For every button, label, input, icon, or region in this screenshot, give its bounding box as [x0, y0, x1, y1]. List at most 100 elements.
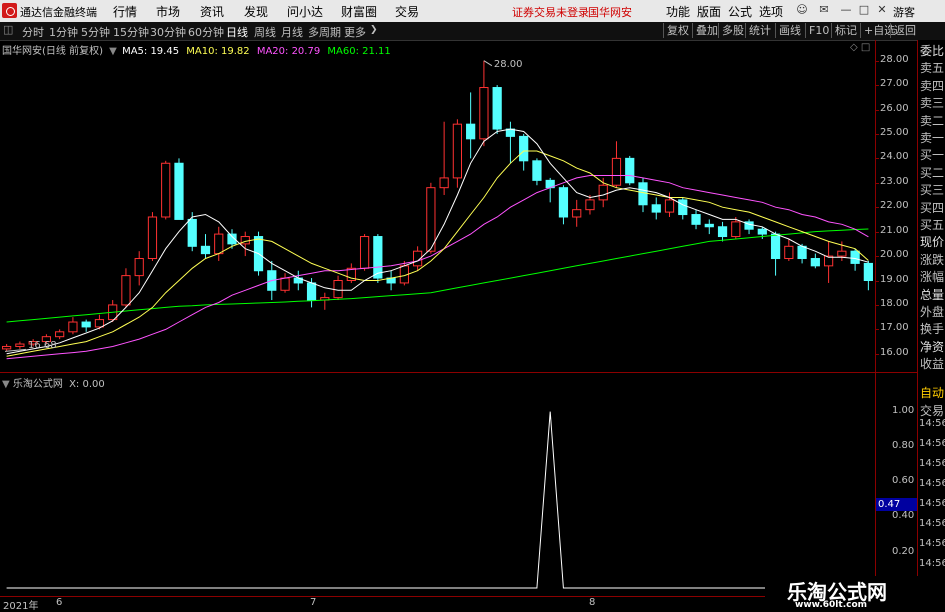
- candle: [638, 177, 648, 213]
- btn-biaoji[interactable]: 标记: [831, 23, 857, 38]
- price-tick: [876, 231, 879, 233]
- indicator-chart-area[interactable]: ▼ 乐淘公式网 X: 0.00: [0, 374, 875, 596]
- candle-body: [664, 199, 675, 213]
- candle: [333, 275, 343, 301]
- tab-60min[interactable]: 60分钟: [188, 24, 224, 40]
- candle-body: [134, 258, 144, 277]
- tick-time-label: 14:56: [919, 478, 945, 489]
- price-tick-label: 24.00: [880, 151, 909, 163]
- menu-faxian[interactable]: 发现: [244, 3, 268, 20]
- tab-daily[interactable]: 日线: [226, 24, 248, 40]
- minimize-icon[interactable]: —: [838, 2, 854, 18]
- candle-body: [200, 245, 211, 255]
- tab-multi-period[interactable]: 多周期: [308, 24, 341, 40]
- menu-caifuquan[interactable]: 财富圈: [341, 3, 377, 20]
- close-icon[interactable]: ✕: [874, 2, 890, 18]
- tab-monthly[interactable]: 月线: [281, 24, 303, 40]
- price-tick: [876, 207, 879, 209]
- mail-icon[interactable]: ✉: [816, 2, 832, 18]
- price-tick-label: 19.00: [880, 273, 909, 285]
- btn-duogu[interactable]: 多股: [718, 23, 744, 38]
- app-logo-icon: [2, 3, 17, 18]
- candle-body: [187, 218, 197, 247]
- candle-body: [2, 345, 12, 350]
- candle: [2, 344, 12, 352]
- quote-label: 卖二: [920, 113, 945, 128]
- candle: [784, 238, 794, 261]
- low-price-label: 16.68: [28, 340, 57, 352]
- tab-30min[interactable]: 30分钟: [150, 24, 186, 40]
- candle: [94, 314, 105, 330]
- panel-toggle-icon[interactable]: ◫: [3, 23, 13, 36]
- legend-settings-icon[interactable]: ▼: [109, 46, 117, 57]
- candle: [293, 270, 303, 291]
- tab-1min[interactable]: 1分钟: [49, 24, 78, 40]
- pane-divider[interactable]: [0, 372, 917, 373]
- candle: [121, 268, 131, 308]
- candle: [823, 241, 834, 283]
- menu-xuanxiang[interactable]: 选项: [759, 3, 783, 20]
- candle-body: [863, 262, 873, 282]
- candle: [810, 253, 820, 269]
- price-tick: [876, 304, 879, 306]
- candle-body: [532, 160, 542, 181]
- watermark-logo: 乐淘公式网 www.60lt.com: [765, 576, 945, 610]
- guest-login[interactable]: 游客: [893, 4, 915, 20]
- login-status[interactable]: 证券交易未登录: [512, 4, 589, 20]
- tab-5min[interactable]: 5分钟: [81, 24, 110, 40]
- candle: [770, 231, 781, 276]
- tick-time-label: 14:56: [919, 498, 945, 509]
- candle-body: [757, 228, 767, 235]
- btn-tongji[interactable]: 统计: [745, 23, 771, 38]
- candle-body: [214, 233, 224, 255]
- menu-gongshi[interactable]: 公式: [728, 3, 752, 20]
- menu-wenxiaoda[interactable]: 问小达: [287, 3, 323, 20]
- candle-body: [585, 199, 595, 211]
- candle-body: [611, 157, 622, 186]
- tab-15min[interactable]: 15分钟: [113, 24, 149, 40]
- quote-label: 收益: [920, 357, 945, 372]
- menu-zixun[interactable]: 资讯: [200, 3, 224, 20]
- menu-jiaoyi[interactable]: 交易: [395, 3, 419, 20]
- tab-fenshi[interactable]: 分时: [22, 24, 44, 40]
- menu-shichang[interactable]: 市场: [156, 3, 180, 20]
- menu-banmian[interactable]: 版面: [697, 3, 721, 20]
- price-tick: [876, 256, 879, 258]
- btn-f10[interactable]: F10: [805, 23, 829, 38]
- candle: [200, 234, 211, 259]
- menu-gongneng[interactable]: 功能: [666, 3, 690, 20]
- btn-fuquan[interactable]: 复权: [663, 23, 689, 38]
- more-arrow-icon[interactable]: ❯: [370, 25, 378, 35]
- candle-body: [731, 221, 741, 238]
- btn-back[interactable]: 返回: [890, 23, 916, 38]
- price-tick-label: 17.00: [880, 322, 909, 334]
- date-year-label: 2021年: [3, 601, 39, 612]
- candle: [359, 234, 370, 271]
- user-icon[interactable]: ☺: [794, 2, 810, 18]
- price-tick-label: 22.00: [880, 200, 909, 212]
- indicator-x-value: X: 0.00: [69, 379, 105, 390]
- indicator-tick-label: 0.80: [892, 439, 915, 451]
- maximize-icon[interactable]: □: [856, 2, 872, 18]
- indicator-tick-label: 1.00: [892, 404, 915, 416]
- candle-body: [479, 87, 489, 140]
- price-tick: [876, 353, 879, 355]
- quote-label: 买四: [920, 200, 945, 215]
- quote-label: 卖三: [920, 96, 945, 111]
- btn-diejia[interactable]: 叠加: [692, 23, 718, 38]
- candle: [651, 197, 661, 220]
- candle-body: [333, 280, 343, 299]
- tab-more[interactable]: 更多: [344, 24, 366, 40]
- price-tick-label: 26.00: [880, 102, 909, 114]
- chart-zoom-icon[interactable]: ◇ □: [850, 42, 870, 53]
- kline-chart-area[interactable]: 国华网安(日线 前复权) ▼ MA5: 19.45 MA10: 19.82 MA…: [0, 40, 875, 372]
- indicator-settings-icon[interactable]: ▼: [2, 379, 10, 390]
- quote-label: 净资: [920, 339, 945, 354]
- quote-label: 外盘: [920, 305, 945, 319]
- candle: [558, 185, 569, 225]
- candle-body: [598, 184, 608, 201]
- tab-weekly[interactable]: 周线: [254, 24, 276, 40]
- btn-huaxian[interactable]: 画线: [775, 23, 801, 38]
- menu-hangqing[interactable]: 行情: [113, 3, 137, 20]
- candle-body: [55, 331, 65, 338]
